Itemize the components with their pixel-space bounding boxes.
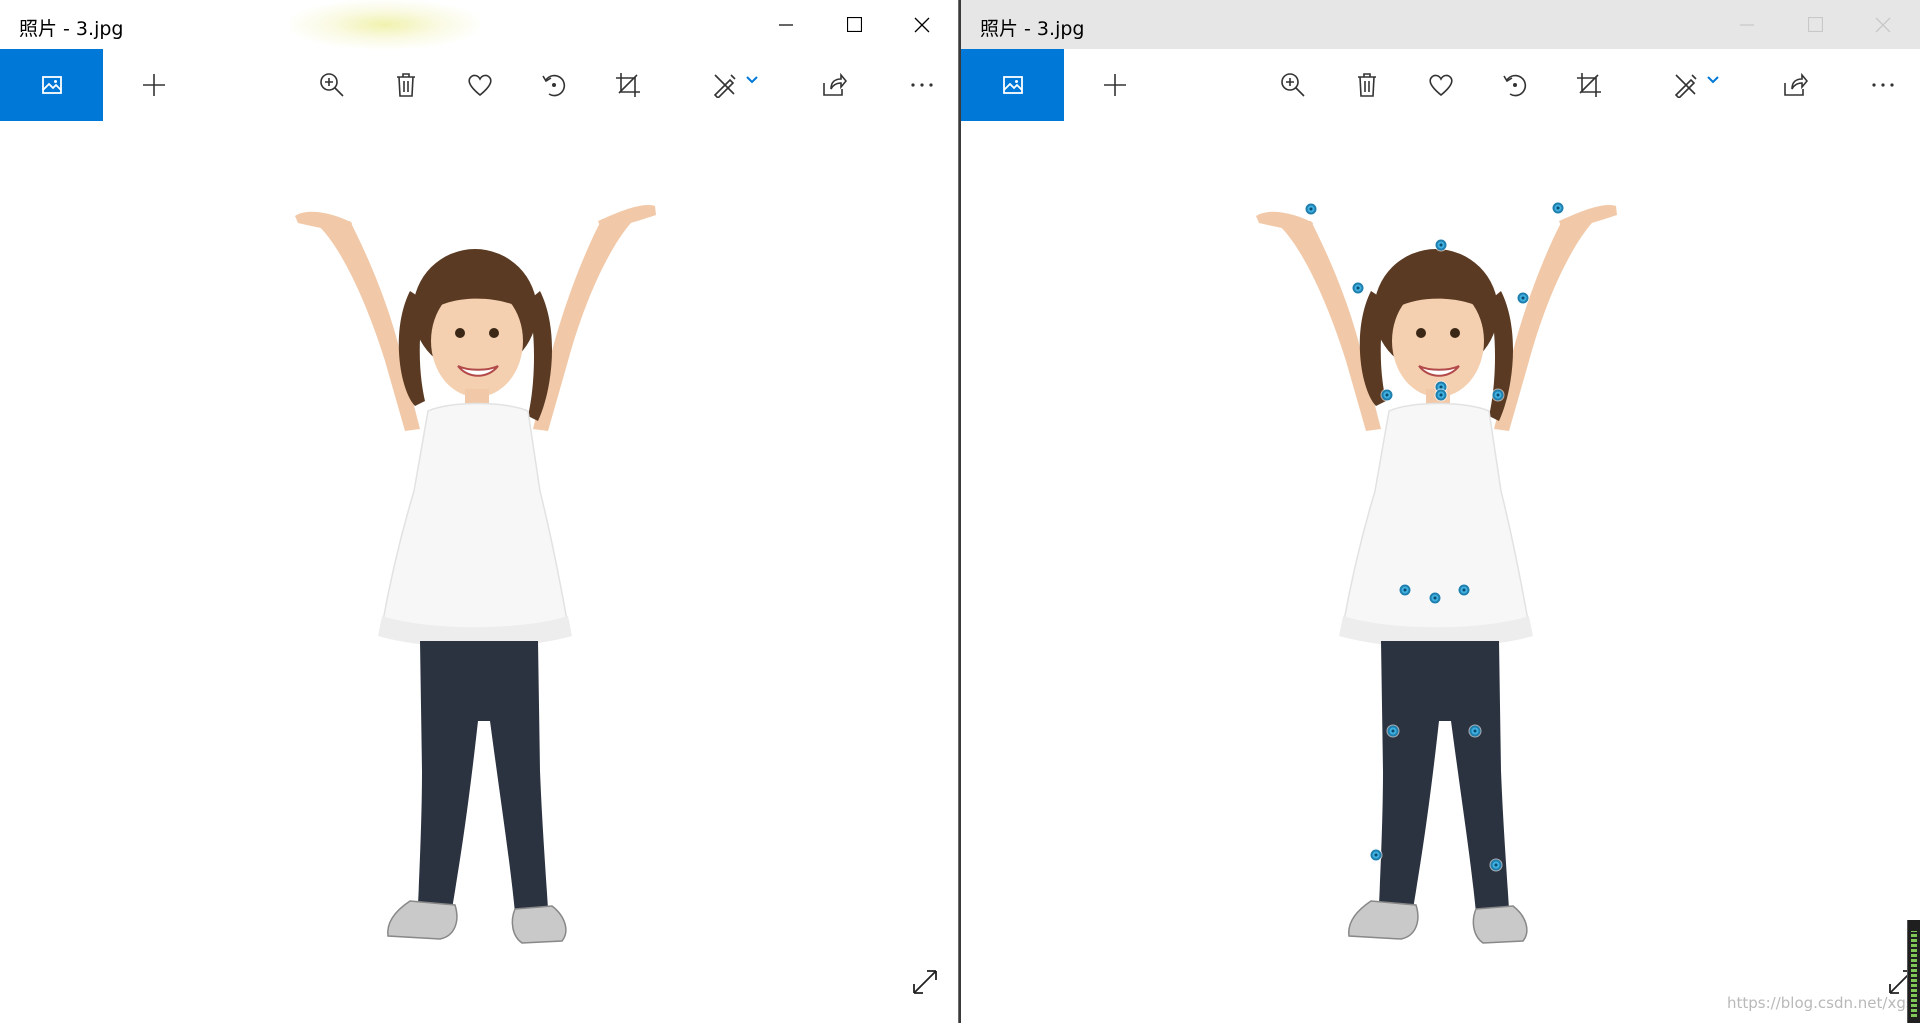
minimize-icon — [779, 23, 793, 26]
keypoint-right-hip — [1399, 584, 1411, 596]
volume-level — [1911, 931, 1917, 1017]
rotate-button[interactable] — [528, 49, 580, 121]
keypoint-right-knee — [1387, 725, 1399, 737]
delete-button[interactable] — [380, 49, 432, 121]
keypoint-left-wrist — [1552, 202, 1564, 214]
edit-icon — [713, 74, 736, 98]
full-screen-button[interactable] — [905, 962, 945, 1002]
keypoint-left-knee — [1469, 725, 1481, 737]
crop-icon — [616, 73, 640, 97]
more-button[interactable] — [896, 49, 948, 121]
delete-button[interactable] — [1341, 49, 1393, 121]
rotate-button[interactable] — [1489, 49, 1541, 121]
more-icon — [1872, 83, 1894, 87]
keypoint-head-top — [1435, 239, 1447, 251]
photo-viewer[interactable] — [0, 121, 958, 1023]
title-highlight — [290, 0, 480, 49]
volume-meter — [1907, 920, 1920, 1023]
zoom-button[interactable] — [306, 49, 358, 121]
close-icon — [1875, 17, 1891, 32]
add-icon — [143, 74, 165, 96]
add-button[interactable] — [1089, 49, 1141, 121]
delete-icon — [1358, 73, 1376, 97]
maximize-button[interactable] — [820, 0, 888, 49]
minimize-button[interactable] — [752, 0, 820, 49]
zoom-icon — [320, 73, 344, 97]
photo-toolbar — [0, 49, 958, 121]
edit-icon — [1674, 74, 1697, 98]
keypoint-left-hip — [1458, 584, 1470, 596]
favorite-button[interactable] — [454, 49, 506, 121]
maximize-icon — [846, 17, 862, 32]
favorite-button[interactable] — [1415, 49, 1467, 121]
rotate-icon — [1503, 74, 1527, 97]
title-bar[interactable]: 照片 - 3.jpg — [961, 0, 1920, 49]
share-icon — [1784, 73, 1808, 96]
keypoint-right-wrist — [1305, 203, 1317, 215]
crop-icon — [1577, 73, 1601, 97]
keypoint-left-shoulder — [1492, 389, 1504, 401]
view-photo-icon — [1001, 73, 1025, 97]
photos-window-right: 照片 - 3.jpg — [961, 0, 1920, 1023]
add-button[interactable] — [128, 49, 180, 121]
rotate-icon — [542, 74, 566, 97]
minimize-icon — [1740, 23, 1754, 26]
close-button[interactable] — [888, 0, 956, 49]
window-title: 照片 - 3.jpg — [980, 18, 1085, 40]
keypoint-left-ankle — [1490, 859, 1502, 871]
photo-toolbar — [961, 49, 1920, 121]
zoom-icon — [1281, 73, 1305, 97]
crop-button[interactable] — [1563, 49, 1615, 121]
share-button[interactable] — [1769, 49, 1821, 121]
keypoint-right-shoulder — [1381, 389, 1393, 401]
share-button[interactable] — [808, 49, 860, 121]
keypoint-left-elbow — [1517, 292, 1529, 304]
expand-icon — [913, 970, 937, 994]
zoom-button[interactable] — [1267, 49, 1319, 121]
share-icon — [823, 73, 847, 96]
chevron-down-icon — [746, 76, 758, 84]
delete-icon — [397, 73, 415, 97]
close-icon — [914, 17, 930, 32]
edit-menu-button[interactable] — [700, 49, 770, 121]
more-icon — [911, 83, 933, 87]
favorite-icon — [468, 74, 492, 97]
photo-image — [290, 161, 660, 951]
crop-button[interactable] — [602, 49, 654, 121]
favorite-icon — [1429, 74, 1453, 97]
chevron-down-icon — [1707, 76, 1719, 84]
photos-window-left: 照片 - 3.jpg — [0, 0, 959, 1023]
title-bar[interactable]: 照片 - 3.jpg — [0, 0, 958, 49]
view-photo-button[interactable] — [0, 49, 103, 121]
minimize-button[interactable] — [1713, 0, 1781, 49]
keypoint-neck — [1435, 389, 1447, 401]
keypoint-right-elbow — [1352, 282, 1364, 294]
photo-viewer[interactable] — [961, 121, 1920, 1023]
view-photo-button[interactable] — [961, 49, 1064, 121]
keypoint-pelvis — [1429, 592, 1441, 604]
keypoint-right-ankle — [1370, 849, 1382, 861]
maximize-icon — [1807, 17, 1823, 32]
watermark-text: https://blog.csdn.net/xgstr — [1727, 994, 1920, 1012]
window-title: 照片 - 3.jpg — [19, 18, 124, 40]
maximize-button[interactable] — [1781, 0, 1849, 49]
add-icon — [1104, 74, 1126, 96]
photo-image — [1251, 161, 1621, 951]
view-photo-icon — [40, 73, 64, 97]
more-button[interactable] — [1857, 49, 1909, 121]
edit-menu-button[interactable] — [1661, 49, 1731, 121]
close-button[interactable] — [1849, 0, 1917, 49]
